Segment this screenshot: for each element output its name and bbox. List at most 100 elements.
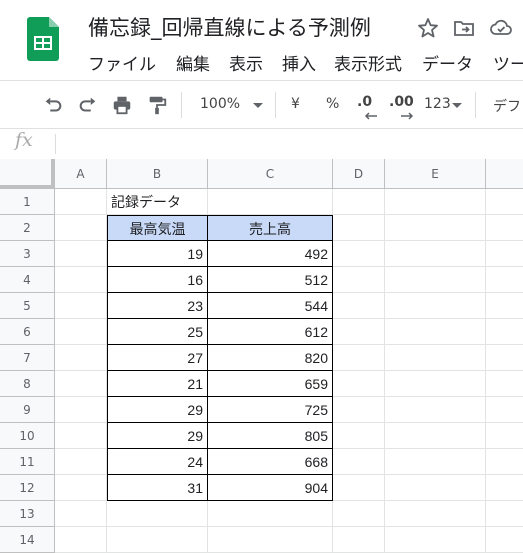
- cell-f1[interactable]: [486, 189, 523, 215]
- cell-e14[interactable]: [385, 527, 486, 553]
- cell-b3[interactable]: 19: [107, 241, 208, 267]
- cell-c1[interactable]: [208, 189, 333, 215]
- row-header-12[interactable]: 12: [0, 475, 55, 501]
- cell-a9[interactable]: [55, 397, 107, 423]
- cell-f11[interactable]: [486, 449, 523, 475]
- cell-d4[interactable]: [333, 267, 385, 293]
- menu-insert[interactable]: 挿入: [282, 50, 316, 75]
- zoom-dropdown-icon[interactable]: [251, 93, 265, 117]
- undo-icon[interactable]: [42, 93, 64, 117]
- cell-a13[interactable]: [55, 501, 107, 527]
- cell-a5[interactable]: [55, 293, 107, 319]
- cell-b8[interactable]: 21: [107, 371, 208, 397]
- percent-format-button[interactable]: %: [326, 96, 339, 120]
- cell-b11[interactable]: 24: [107, 449, 208, 475]
- cell-a4[interactable]: [55, 267, 107, 293]
- cell-f2[interactable]: [486, 215, 523, 241]
- cell-b6[interactable]: 25: [107, 319, 208, 345]
- cell-f9[interactable]: [486, 397, 523, 423]
- cell-e8[interactable]: [385, 371, 486, 397]
- cell-a11[interactable]: [55, 449, 107, 475]
- row-header-9[interactable]: 9: [0, 397, 55, 423]
- cell-c5[interactable]: 544: [208, 293, 333, 319]
- cell-e7[interactable]: [385, 345, 486, 371]
- move-folder-icon[interactable]: [452, 16, 476, 40]
- cell-f6[interactable]: [486, 319, 523, 345]
- star-icon[interactable]: [416, 16, 440, 40]
- select-all-corner[interactable]: [0, 159, 55, 189]
- cell-c3[interactable]: 492: [208, 241, 333, 267]
- menu-view[interactable]: 表示: [229, 50, 263, 75]
- cell-a12[interactable]: [55, 475, 107, 501]
- cell-f3[interactable]: [486, 241, 523, 267]
- menu-tools[interactable]: ツー: [493, 50, 523, 75]
- cell-d8[interactable]: [333, 371, 385, 397]
- cell-e6[interactable]: [385, 319, 486, 345]
- cell-b12[interactable]: 31: [107, 475, 208, 501]
- cell-b13[interactable]: [107, 501, 208, 527]
- column-header-b[interactable]: B: [107, 159, 208, 189]
- sheets-logo-icon[interactable]: [27, 17, 59, 61]
- cell-e4[interactable]: [385, 267, 486, 293]
- cell-c2[interactable]: 売上高: [208, 215, 333, 241]
- cell-a14[interactable]: [55, 527, 107, 553]
- currency-format-button[interactable]: ¥: [291, 96, 300, 120]
- cell-b2[interactable]: 最高気温: [107, 215, 208, 241]
- cell-a10[interactable]: [55, 423, 107, 449]
- cell-e12[interactable]: [385, 475, 486, 501]
- cell-b1[interactable]: 記録データ: [107, 189, 208, 215]
- column-header-f[interactable]: [486, 159, 523, 189]
- formula-input[interactable]: [62, 134, 522, 154]
- cell-a6[interactable]: [55, 319, 107, 345]
- cell-d2[interactable]: [333, 215, 385, 241]
- row-header-14[interactable]: 14: [0, 527, 55, 553]
- cell-a8[interactable]: [55, 371, 107, 397]
- row-header-1[interactable]: 1: [0, 189, 55, 215]
- cell-b14[interactable]: [107, 527, 208, 553]
- cell-f7[interactable]: [486, 345, 523, 371]
- cell-b9[interactable]: 29: [107, 397, 208, 423]
- menu-format[interactable]: 表示形式: [334, 50, 402, 75]
- cloud-saved-icon[interactable]: [489, 16, 513, 40]
- menu-edit[interactable]: 編集: [176, 50, 210, 75]
- cell-c8[interactable]: 659: [208, 371, 333, 397]
- cell-f5[interactable]: [486, 293, 523, 319]
- cell-d6[interactable]: [333, 319, 385, 345]
- cell-f13[interactable]: [486, 501, 523, 527]
- cell-d13[interactable]: [333, 501, 385, 527]
- row-header-6[interactable]: 6: [0, 319, 55, 345]
- cell-e9[interactable]: [385, 397, 486, 423]
- cell-d7[interactable]: [333, 345, 385, 371]
- cell-e11[interactable]: [385, 449, 486, 475]
- cell-c13[interactable]: [208, 501, 333, 527]
- column-header-e[interactable]: E: [385, 159, 486, 189]
- cell-f4[interactable]: [486, 267, 523, 293]
- cell-a7[interactable]: [55, 345, 107, 371]
- menu-file[interactable]: ファイル: [88, 50, 156, 75]
- more-formats-dropdown-icon[interactable]: [451, 93, 463, 117]
- cell-a2[interactable]: [55, 215, 107, 241]
- cell-e2[interactable]: [385, 215, 486, 241]
- document-title[interactable]: 備忘録_回帰直線による予測例: [88, 12, 371, 42]
- cell-e5[interactable]: [385, 293, 486, 319]
- cell-c10[interactable]: 805: [208, 423, 333, 449]
- cell-a1[interactable]: [55, 189, 107, 215]
- column-header-a[interactable]: A: [55, 159, 107, 189]
- cell-a3[interactable]: [55, 241, 107, 267]
- cell-c14[interactable]: [208, 527, 333, 553]
- cell-b4[interactable]: 16: [107, 267, 208, 293]
- row-header-13[interactable]: 13: [0, 501, 55, 527]
- row-header-7[interactable]: 7: [0, 345, 55, 371]
- row-header-10[interactable]: 10: [0, 423, 55, 449]
- cell-d14[interactable]: [333, 527, 385, 553]
- cell-d5[interactable]: [333, 293, 385, 319]
- cell-c6[interactable]: 612: [208, 319, 333, 345]
- row-header-8[interactable]: 8: [0, 371, 55, 397]
- column-header-d[interactable]: D: [333, 159, 385, 189]
- redo-icon[interactable]: [77, 93, 99, 117]
- cell-d12[interactable]: [333, 475, 385, 501]
- cell-d11[interactable]: [333, 449, 385, 475]
- cell-e3[interactable]: [385, 241, 486, 267]
- column-header-c[interactable]: C: [208, 159, 333, 189]
- zoom-select[interactable]: 100%: [200, 96, 240, 120]
